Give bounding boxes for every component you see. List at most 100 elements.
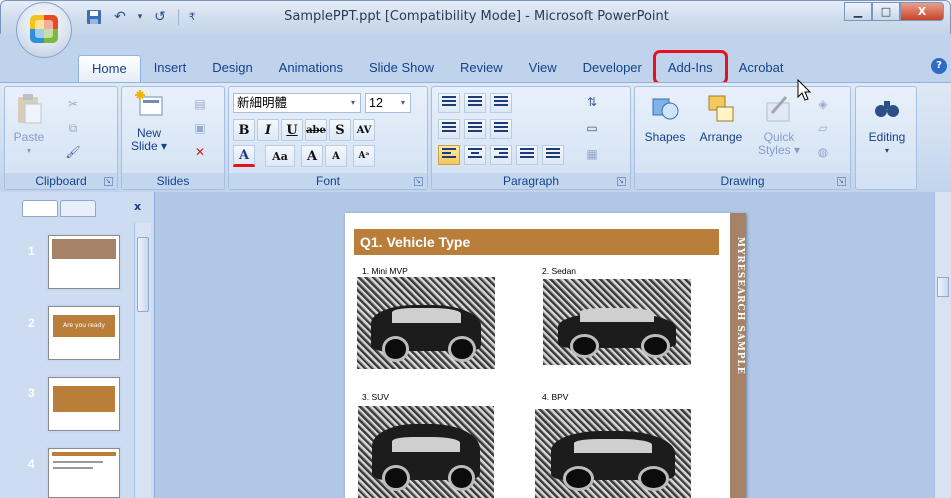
reset-icon[interactable]: ▣ (190, 119, 210, 137)
slides-group-label: Slides (122, 173, 224, 189)
character-spacing-button[interactable]: AV (353, 119, 375, 141)
paste-dropdown-icon[interactable]: ▾ (9, 144, 49, 157)
mini-mvp-photo[interactable] (357, 277, 495, 369)
tab-view[interactable]: View (516, 55, 570, 82)
decrease-indent-button[interactable] (438, 119, 460, 139)
columns-button[interactable] (490, 119, 512, 139)
panel-close-icon[interactable]: x (134, 200, 141, 213)
car-wheel (382, 464, 410, 491)
slide-heading[interactable]: Q1. Vehicle Type (354, 229, 719, 255)
option-caption: 2. Sedan (542, 266, 577, 276)
minimize-button[interactable]: ▁ (844, 2, 872, 21)
arrange-button[interactable]: Arrange (693, 93, 749, 144)
shape-effects-icon[interactable]: ◍ (813, 143, 833, 161)
tab-add-ins[interactable]: Add-Ins (652, 50, 728, 85)
shape-fill-icon[interactable]: ◈ (813, 95, 833, 113)
binoculars-icon (875, 101, 899, 117)
tab-review[interactable]: Review (447, 55, 516, 82)
copy-icon[interactable]: ⧉ (63, 119, 83, 137)
clipboard-launcher-icon[interactable]: ↘ (104, 177, 113, 186)
new-slide-icon (135, 90, 163, 116)
slide-thumbnail-4[interactable] (48, 448, 120, 498)
tab-acrobat[interactable]: Acrobat (726, 55, 797, 82)
paste-icon (18, 94, 42, 124)
cut-icon[interactable]: ✂ (63, 95, 83, 113)
editing-button[interactable]: Editing ▾ (858, 93, 916, 157)
window-title: SamplePPT.ppt [Compatibility Mode] - Mic… (284, 9, 669, 24)
underline-button[interactable]: U (281, 119, 303, 141)
slide-side-text: MYRESEARCH SAMPLE (735, 237, 745, 375)
font-color-button[interactable]: A (233, 145, 255, 167)
bullets-button[interactable] (438, 93, 460, 113)
slide-scrollbar-thumb[interactable] (937, 277, 949, 297)
panel-scrollbar[interactable] (134, 223, 151, 498)
tab-design[interactable]: Design (199, 55, 265, 82)
tab-slide-show[interactable]: Slide Show (356, 55, 447, 82)
smartart-icon[interactable]: ▦ (582, 145, 602, 163)
slides-label: Slides (156, 174, 190, 188)
align-text-icon[interactable]: ▭ (582, 119, 602, 137)
tab-insert[interactable]: Insert (141, 55, 200, 82)
italic-button[interactable]: I (257, 119, 279, 141)
thumbnail-number: 4 (28, 457, 35, 471)
increase-indent-button[interactable] (464, 119, 486, 139)
outline-tab[interactable] (60, 200, 96, 217)
new-slide-button[interactable]: New Slide ▾ (126, 89, 172, 153)
font-name-dropdown-icon: ▾ (350, 98, 355, 107)
center-button[interactable] (464, 145, 486, 165)
office-logo-icon (30, 15, 58, 43)
clipboard-label: Clipboard (35, 174, 87, 188)
shapes-icon (652, 98, 679, 120)
tab-animations[interactable]: Animations (266, 55, 356, 82)
help-icon[interactable]: ? (931, 58, 947, 74)
shapes-label: Shapes (644, 130, 686, 144)
close-button[interactable]: X (900, 2, 944, 21)
text-direction-icon[interactable]: ⇅ (582, 93, 602, 111)
font-name-value: 新細明體 (237, 96, 288, 110)
justify-button[interactable] (516, 145, 538, 165)
tab-home[interactable]: Home (78, 55, 141, 82)
numbering-button[interactable] (464, 93, 486, 113)
slides-tab[interactable] (22, 200, 58, 217)
sedan-photo[interactable] (543, 279, 691, 365)
font-launcher-icon[interactable]: ↘ (414, 177, 423, 186)
format-painter-icon[interactable]: 🖌 (63, 143, 83, 161)
clipboard-group-label: Clipboard (5, 173, 117, 189)
thumb-2-text: Are you ready (53, 315, 115, 337)
shrink-font-button[interactable]: A (325, 145, 347, 167)
paste-button[interactable]: Paste ▾ (9, 93, 49, 157)
slide-thumbnail-1[interactable]: MYRESEARCH SAMPLE (48, 235, 120, 289)
align-left-button[interactable] (438, 145, 460, 165)
title-bar: ↶ ▾ ↺ ₹ SamplePPT.ppt [Compatibility Mod… (0, 0, 951, 34)
suv-photo[interactable] (358, 406, 494, 498)
font-group: 新細明體 ▾ 12 ▾ B I U abe S AV A Aa A A Aᵃ F… (228, 86, 428, 190)
layout-icon[interactable]: ▤ (190, 95, 210, 113)
drawing-launcher-icon[interactable]: ↘ (837, 177, 846, 186)
bold-button[interactable]: B (233, 119, 255, 141)
font-size-dropdown[interactable]: 12 ▾ (365, 93, 411, 113)
clear-formatting-button[interactable]: Aᵃ (353, 145, 375, 167)
shapes-button[interactable]: Shapes (639, 93, 691, 144)
change-case-button[interactable]: Aa (265, 145, 295, 167)
font-size-dropdown-icon: ▾ (400, 98, 405, 107)
tab-developer[interactable]: Developer (570, 55, 655, 82)
current-slide[interactable]: Q1. Vehicle Type MYRESEARCH SAMPLE 1. Mi… (345, 213, 746, 498)
panel-scrollbar-thumb[interactable] (137, 237, 149, 312)
slide-thumbnail-3[interactable] (48, 377, 120, 431)
shadow-button[interactable]: S (329, 119, 351, 141)
align-right-button[interactable] (490, 145, 512, 165)
strikethrough-button[interactable]: abe (305, 119, 327, 141)
thumbnail-number: 3 (28, 386, 35, 400)
line-spacing-button[interactable] (490, 93, 512, 113)
slide-scrollbar[interactable] (934, 192, 951, 498)
maximize-button[interactable]: □ (872, 2, 900, 21)
shape-outline-icon[interactable]: ▱ (813, 119, 833, 137)
bpv-photo[interactable] (535, 409, 691, 498)
grow-font-button[interactable]: A (301, 145, 323, 167)
paragraph-launcher-icon[interactable]: ↘ (617, 177, 626, 186)
delete-slide-icon[interactable]: ✕ (190, 143, 210, 161)
slide-thumbnail-2[interactable]: Are you ready (48, 306, 120, 360)
distributed-button[interactable] (542, 145, 564, 165)
office-button[interactable] (16, 2, 72, 58)
font-name-dropdown[interactable]: 新細明體 ▾ (233, 93, 361, 113)
